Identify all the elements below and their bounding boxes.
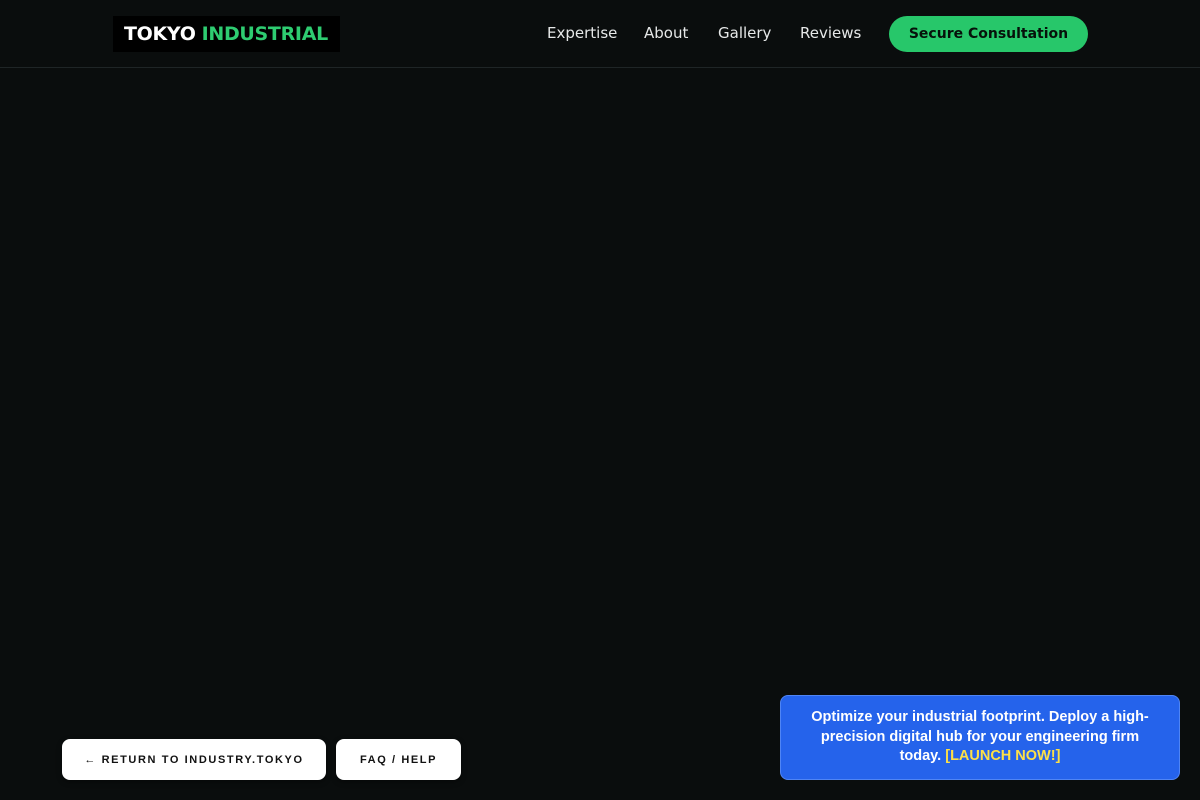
nav-link-reviews[interactable]: Reviews (800, 24, 861, 42)
return-to-industry-button[interactable]: ← RETURN TO INDUSTRY.TOKYO (62, 739, 326, 780)
site-logo[interactable]: TOKYO INDUSTRIAL (113, 16, 340, 52)
promo-banner: Optimize your industrial footprint. Depl… (780, 695, 1180, 780)
secure-consultation-button[interactable]: Secure Consultation (889, 16, 1088, 52)
logo-text-primary: TOKYO (124, 23, 196, 45)
nav-link-expertise[interactable]: Expertise (547, 24, 617, 42)
nav-link-about[interactable]: About (644, 24, 688, 42)
site-header: TOKYO INDUSTRIAL Expertise About Gallery… (0, 0, 1200, 68)
logo-text-accent: INDUSTRIAL (201, 23, 329, 45)
launch-now-link[interactable]: [LAUNCH NOW!] (945, 748, 1060, 764)
nav-link-gallery[interactable]: Gallery (718, 24, 771, 42)
faq-help-button[interactable]: FAQ / HELP (336, 739, 461, 780)
